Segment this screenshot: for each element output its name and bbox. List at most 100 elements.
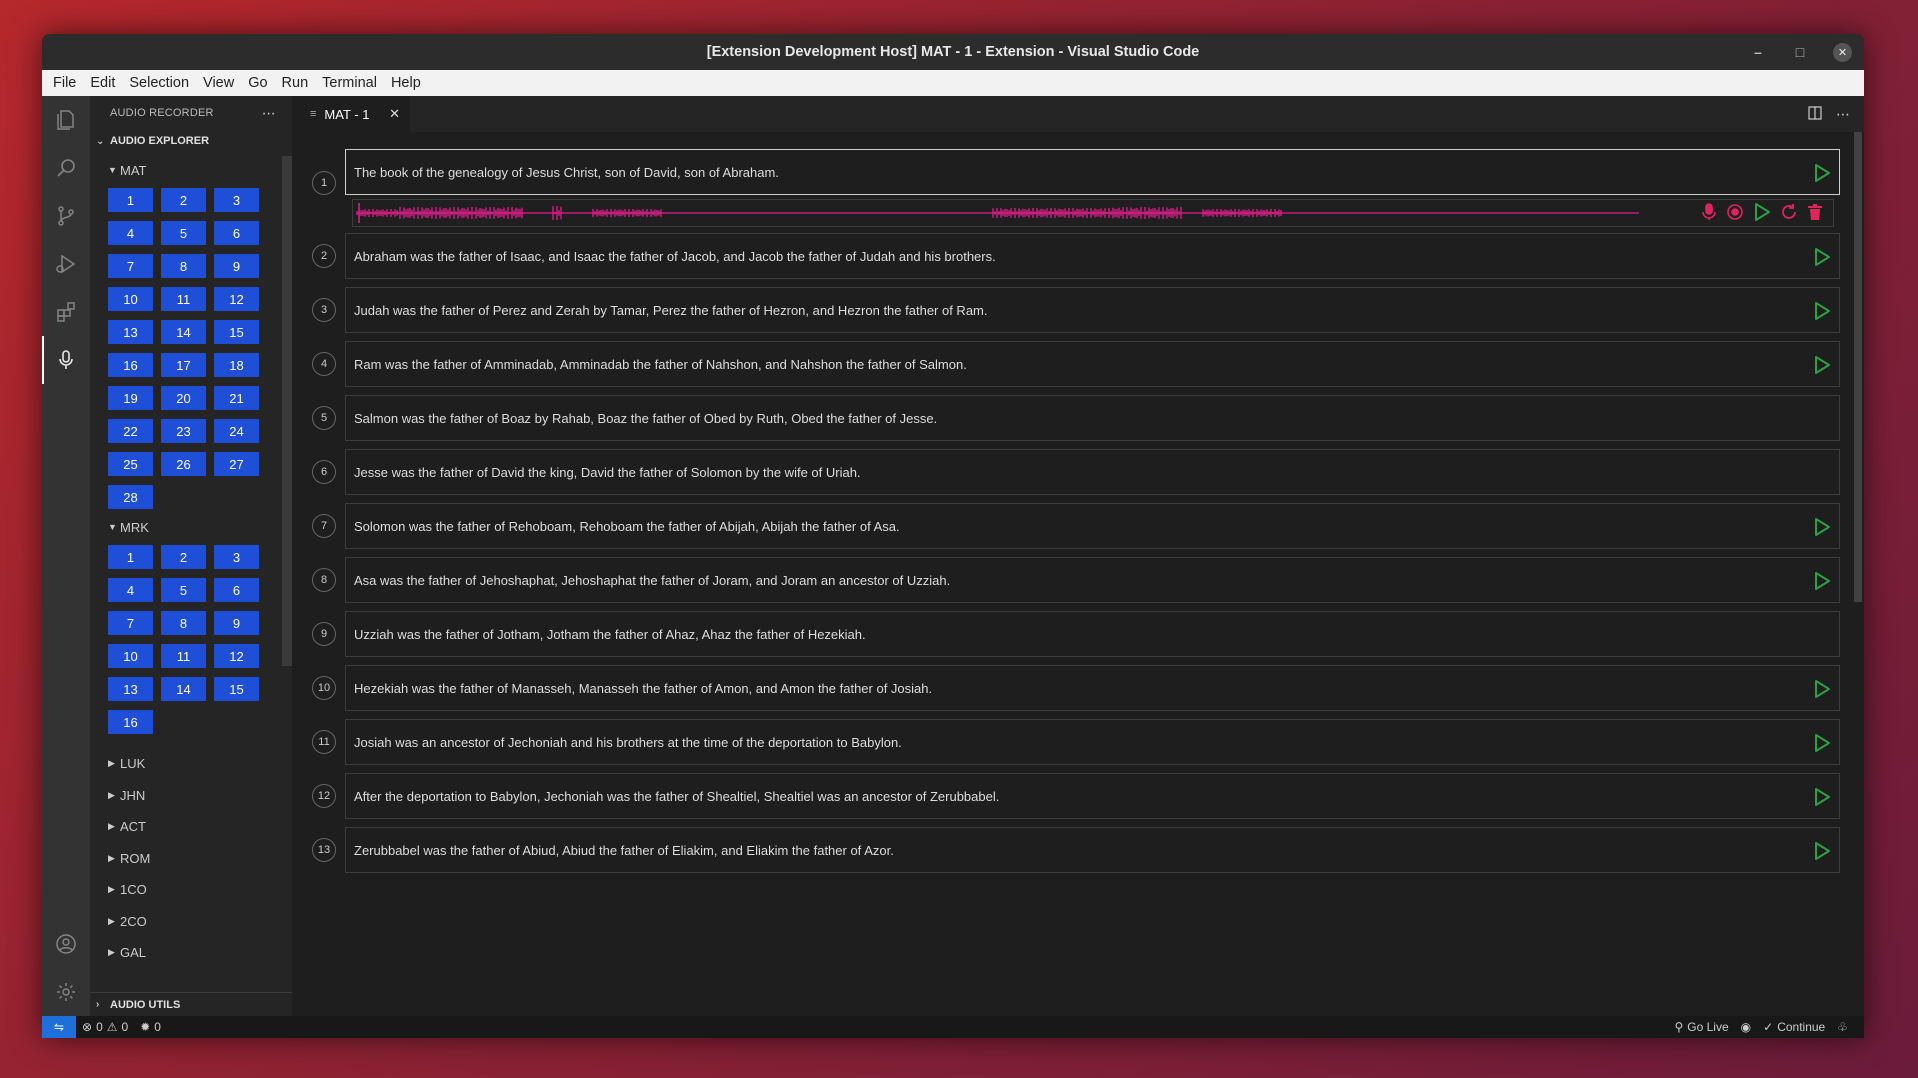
chapter-button[interactable]: 5 <box>161 578 206 602</box>
play-icon[interactable] <box>1813 355 1831 375</box>
play-icon[interactable] <box>1813 301 1831 321</box>
verse-text-box[interactable]: Jesse was the father of David the king, … <box>345 449 1840 495</box>
chapter-button[interactable]: 10 <box>108 287 153 311</box>
microphone-icon[interactable] <box>1701 203 1717 224</box>
stop-record-icon[interactable] <box>1726 203 1744 224</box>
menu-item-selection[interactable]: Selection <box>122 75 196 91</box>
chapter-button[interactable]: 21 <box>214 386 259 410</box>
verse-text-box[interactable]: Ram was the father of Amminadab, Amminad… <box>345 341 1840 387</box>
play-icon[interactable] <box>1813 787 1831 807</box>
chapter-button[interactable]: 15 <box>214 320 259 344</box>
book-gal[interactable]: ▶ GAL <box>108 937 292 969</box>
play-icon[interactable] <box>1813 679 1831 699</box>
play-icon[interactable] <box>1813 733 1831 753</box>
play-recording-icon[interactable] <box>1753 203 1771 224</box>
chapter-button[interactable]: 19 <box>108 386 153 410</box>
book-header[interactable]: ▼ MRK <box>108 515 292 539</box>
maximize-icon[interactable]: □ <box>1791 43 1809 61</box>
close-tab-icon[interactable]: ✕ <box>389 106 400 122</box>
chapter-button[interactable]: 8 <box>161 254 206 278</box>
menu-item-run[interactable]: Run <box>275 75 316 91</box>
play-icon[interactable] <box>1813 163 1831 183</box>
chapter-button[interactable]: 9 <box>214 254 259 278</box>
search-icon[interactable] <box>42 144 90 192</box>
menu-item-go[interactable]: Go <box>241 75 274 91</box>
verse-text-box[interactable]: Judah was the father of Perez and Zerah … <box>345 287 1840 333</box>
ports-indicator[interactable]: ✹ 0 <box>134 1020 167 1034</box>
book-rom[interactable]: ▶ ROM <box>108 843 292 875</box>
chapter-button[interactable]: 13 <box>108 320 153 344</box>
chapter-button[interactable]: 6 <box>214 578 259 602</box>
verse-text-box[interactable]: Zerubbabel was the father of Abiud, Abiu… <box>345 827 1840 873</box>
problems-indicator[interactable]: ⊗ 0 ⚠ 0 <box>76 1020 134 1034</box>
chapter-button[interactable]: 7 <box>108 611 153 635</box>
play-icon[interactable] <box>1813 517 1831 537</box>
chapter-button[interactable]: 24 <box>214 419 259 443</box>
explorer-icon[interactable] <box>42 96 90 144</box>
more-actions-icon[interactable]: ⋯ <box>262 105 276 122</box>
chapter-button[interactable]: 2 <box>161 188 206 212</box>
verse-text-box[interactable]: Hezekiah was the father of Manasseh, Man… <box>345 665 1840 711</box>
chapter-button[interactable]: 7 <box>108 254 153 278</box>
menu-item-view[interactable]: View <box>196 75 241 91</box>
chapter-button[interactable]: 23 <box>161 419 206 443</box>
waveform-panel[interactable] <box>352 199 1834 227</box>
book-header[interactable]: ▼ MAT <box>108 158 292 182</box>
remote-icon[interactable]: ⇋ <box>42 1016 76 1038</box>
verse-text-box[interactable]: The book of the genealogy of Jesus Chris… <box>345 149 1840 195</box>
verse-text-box[interactable]: After the deportation to Babylon, Jechon… <box>345 773 1840 819</box>
chapter-button[interactable]: 26 <box>161 452 206 476</box>
book-2co[interactable]: ▶ 2CO <box>108 906 292 938</box>
book-luk[interactable]: ▶ LUK <box>108 748 292 780</box>
reset-icon[interactable] <box>1780 203 1798 224</box>
run-debug-icon[interactable] <box>42 240 90 288</box>
chapter-button[interactable]: 2 <box>161 545 206 569</box>
chapter-button[interactable]: 20 <box>161 386 206 410</box>
chapter-button[interactable]: 28 <box>108 485 153 509</box>
chapter-button[interactable]: 1 <box>108 545 153 569</box>
editor-more-icon[interactable]: ⋯ <box>1836 106 1850 123</box>
chapter-button[interactable]: 18 <box>214 353 259 377</box>
source-control-icon[interactable] <box>42 192 90 240</box>
verse-text-box[interactable]: Salmon was the father of Boaz by Rahab, … <box>345 395 1840 441</box>
book-1co[interactable]: ▶ 1CO <box>108 874 292 906</box>
verse-text-box[interactable]: Josiah was an ancestor of Jechoniah and … <box>345 719 1840 765</box>
chapter-button[interactable]: 12 <box>214 644 259 668</box>
chapter-button[interactable]: 3 <box>214 545 259 569</box>
book-jhn[interactable]: ▶ JHN <box>108 780 292 812</box>
chapter-button[interactable]: 17 <box>161 353 206 377</box>
menu-item-help[interactable]: Help <box>384 75 428 91</box>
tab-mat-1[interactable]: ≡ MAT - 1 ✕ <box>292 96 410 132</box>
sidebar-scrollbar[interactable] <box>282 156 292 666</box>
chapter-button[interactable]: 16 <box>108 353 153 377</box>
chapter-button[interactable]: 4 <box>108 578 153 602</box>
split-editor-icon[interactable] <box>1808 105 1822 123</box>
go-live-button[interactable]: ⚲ Go Live <box>1668 1020 1734 1034</box>
chapter-button[interactable]: 27 <box>214 452 259 476</box>
audio-explorer-header[interactable]: ⌄ AUDIO EXPLORER <box>90 130 292 152</box>
menu-item-terminal[interactable]: Terminal <box>315 75 384 91</box>
menu-item-file[interactable]: File <box>46 75 83 91</box>
verse-text-box[interactable]: Solomon was the father of Rehoboam, Reho… <box>345 503 1840 549</box>
play-icon[interactable] <box>1813 247 1831 267</box>
chapter-button[interactable]: 4 <box>108 221 153 245</box>
play-icon[interactable] <box>1813 571 1831 591</box>
continue-button[interactable]: ✓ Continue <box>1757 1020 1831 1034</box>
chapter-button[interactable]: 6 <box>214 221 259 245</box>
chapter-button[interactable]: 8 <box>161 611 206 635</box>
verse-text-box[interactable]: Asa was the father of Jehoshaphat, Jehos… <box>345 557 1840 603</box>
menu-item-edit[interactable]: Edit <box>83 75 122 91</box>
chapter-button[interactable]: 14 <box>161 320 206 344</box>
chapter-button[interactable]: 11 <box>161 287 206 311</box>
chapter-button[interactable]: 16 <box>108 710 153 734</box>
extensions-icon[interactable] <box>42 288 90 336</box>
chapter-button[interactable]: 5 <box>161 221 206 245</box>
chapter-button[interactable]: 1 <box>108 188 153 212</box>
play-icon[interactable] <box>1813 841 1831 861</box>
copilot-icon[interactable]: ◉ <box>1735 1020 1757 1034</box>
verse-text-box[interactable]: Uzziah was the father of Jotham, Jotham … <box>345 611 1840 657</box>
chapter-button[interactable]: 14 <box>161 677 206 701</box>
chapter-button[interactable]: 13 <box>108 677 153 701</box>
notifications-bell-icon[interactable]: ♧ <box>1831 1020 1854 1034</box>
minimize-icon[interactable]: – <box>1749 43 1767 61</box>
